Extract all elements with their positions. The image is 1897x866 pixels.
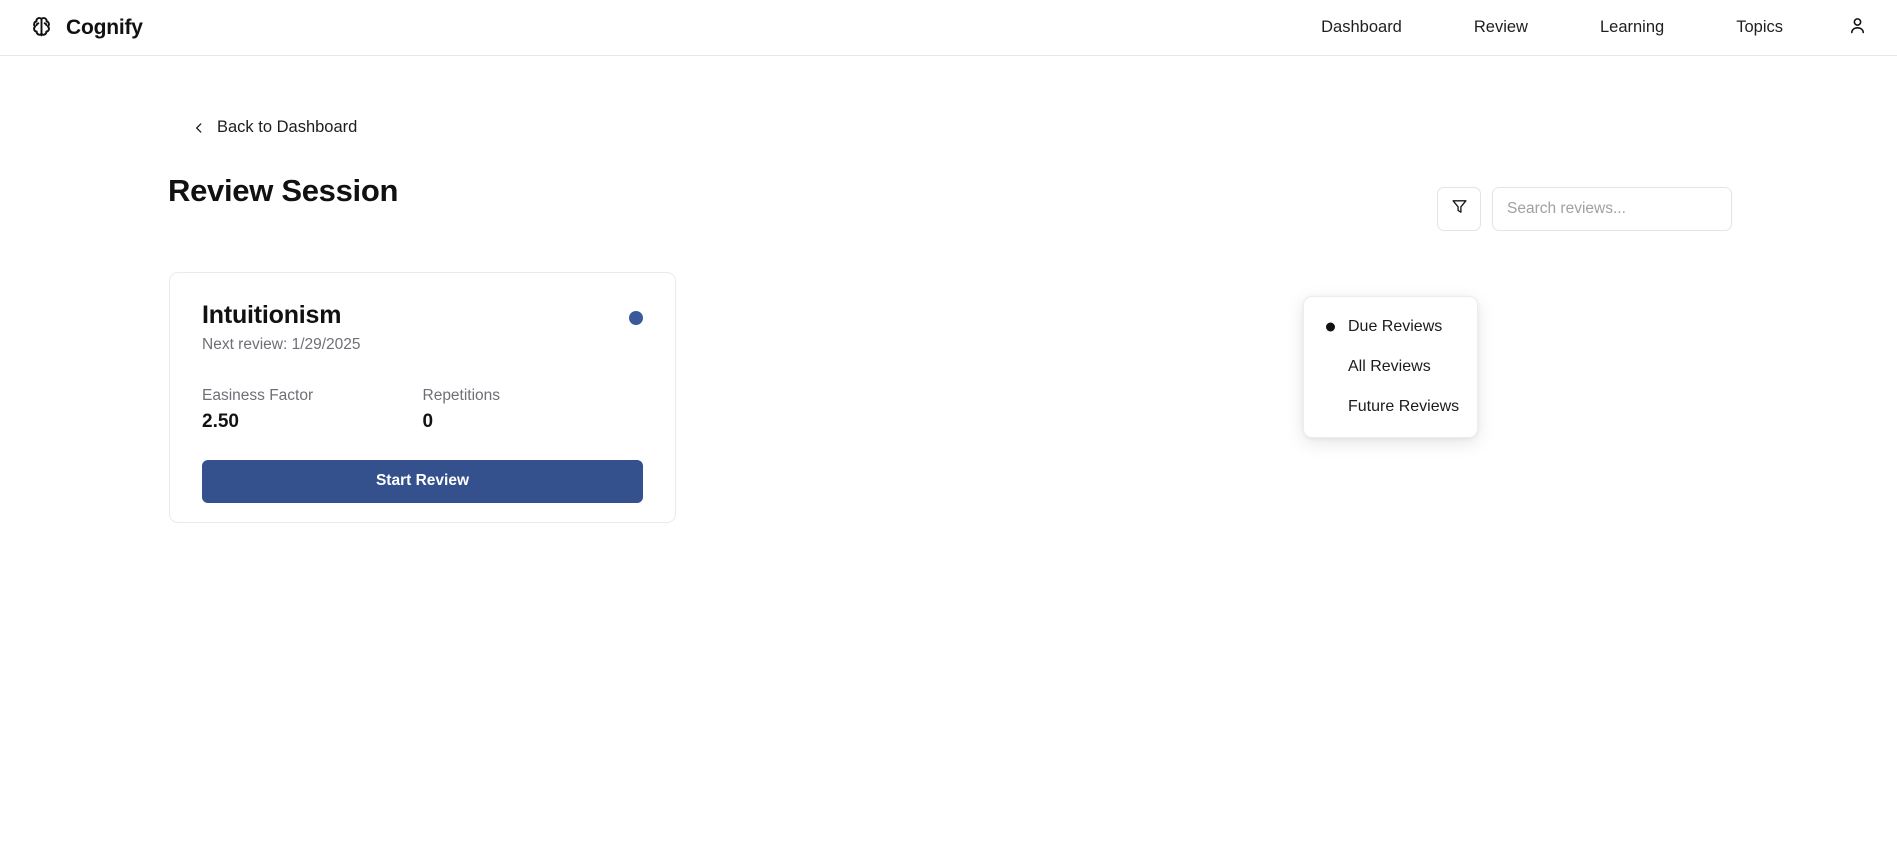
filter-option-label: Future Reviews xyxy=(1348,398,1460,415)
page-content: Back to Dashboard Review Session Due Rev… xyxy=(0,56,1897,866)
status-dot-icon xyxy=(629,311,643,325)
brand-logo[interactable]: Cognify xyxy=(28,14,143,41)
start-review-button[interactable]: Start Review xyxy=(202,459,643,503)
filter-option-label: All Reviews xyxy=(1348,358,1431,375)
review-card-stats: Easiness Factor 2.50 Repetitions 0 xyxy=(202,387,643,433)
nav-item-topics[interactable]: Topics xyxy=(1700,18,1819,37)
brand-name: Cognify xyxy=(66,15,143,39)
brain-icon xyxy=(28,14,55,41)
nav-item-dashboard[interactable]: Dashboard xyxy=(1285,18,1438,37)
review-card-title: Intuitionism xyxy=(202,301,342,329)
stat-value: 0 xyxy=(422,410,434,432)
stat-label: Repetitions xyxy=(422,386,501,404)
filter-button[interactable] xyxy=(1437,187,1481,231)
filter-option-due-reviews[interactable]: Due Reviews xyxy=(1304,307,1477,347)
main-nav: Dashboard Review Learning Topics xyxy=(1285,14,1871,42)
next-review-date: Next review: 1/29/2025 xyxy=(202,335,361,353)
search-input[interactable] xyxy=(1492,187,1732,231)
nav-item-review[interactable]: Review xyxy=(1438,18,1564,37)
filter-funnel-icon xyxy=(1451,198,1468,220)
filter-dropdown-menu: Due Reviews All Reviews Future Reviews xyxy=(1303,296,1478,438)
stat-easiness-factor: Easiness Factor 2.50 xyxy=(202,387,423,433)
user-icon xyxy=(1847,15,1868,41)
back-to-dashboard-label: Back to Dashboard xyxy=(217,118,358,136)
selected-bullet-icon xyxy=(1326,322,1335,332)
stat-repetitions: Repetitions 0 xyxy=(423,387,644,433)
stat-label: Easiness Factor xyxy=(202,386,314,404)
review-toolbar xyxy=(1437,187,1732,231)
nav-item-learning[interactable]: Learning xyxy=(1564,18,1700,37)
review-card-header: Intuitionism xyxy=(202,301,643,330)
stat-value: 2.50 xyxy=(202,410,239,432)
filter-option-label: Due Reviews xyxy=(1348,318,1443,335)
back-to-dashboard-link[interactable]: Back to Dashboard xyxy=(192,118,357,137)
filter-option-all-reviews[interactable]: All Reviews xyxy=(1304,347,1477,387)
page-title: Review Session xyxy=(168,173,399,208)
top-navigation-bar: Cognify Dashboard Review Learning Topics xyxy=(0,0,1897,56)
account-button[interactable] xyxy=(1843,14,1871,42)
filter-option-future-reviews[interactable]: Future Reviews xyxy=(1304,387,1477,427)
chevron-left-icon xyxy=(192,121,206,135)
review-card: Intuitionism Next review: 1/29/2025 Easi… xyxy=(169,272,676,523)
